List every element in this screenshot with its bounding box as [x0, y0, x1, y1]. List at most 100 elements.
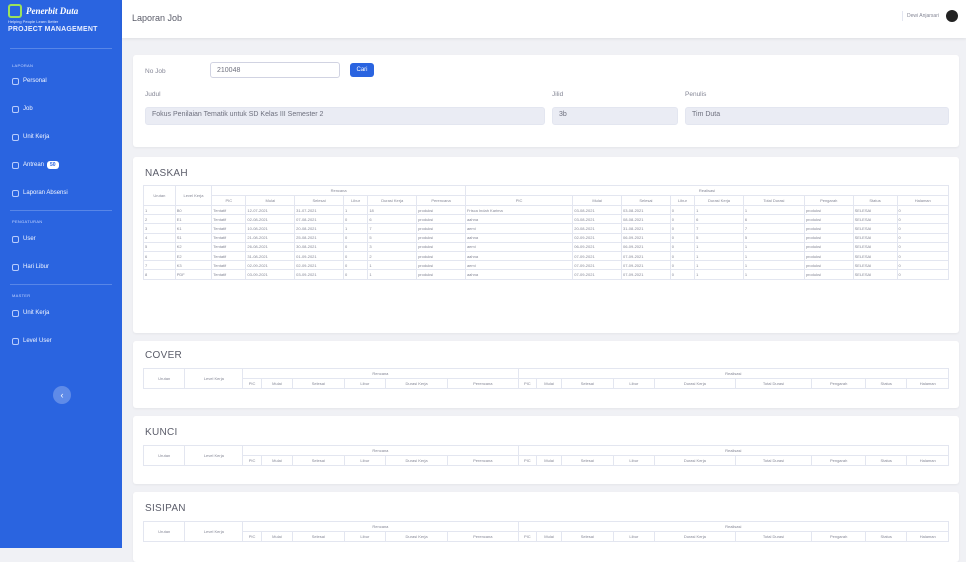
table-cell: 1	[742, 241, 805, 252]
column-header: PIC	[517, 531, 538, 542]
table-cell: SELESAI	[852, 214, 898, 225]
sisipan-title: SISIPAN	[145, 503, 186, 514]
column-header: Urutan	[143, 185, 176, 206]
table-cell: 0	[342, 269, 369, 280]
naskah-card: NASKAH Urutan Level Kerja Rencana Realisasi…	[133, 157, 959, 333]
table-cell: produksi	[803, 269, 854, 280]
sidebar-item-laporan-absensi[interactable]: Laporan Absensi	[0, 186, 122, 200]
table-cell: 0	[342, 250, 369, 262]
table-cell: 03-09-2021	[294, 269, 344, 280]
table-cell: aahna	[464, 269, 574, 280]
column-header: Perencana	[447, 455, 519, 466]
table-cell: produksi	[416, 260, 466, 271]
table-cell: aahna	[464, 250, 574, 262]
header-group-rencana: Rencana	[242, 445, 519, 456]
column-header: Level Kerja	[174, 185, 213, 206]
table-cell: 06-09-2021	[621, 232, 671, 243]
column-header: Selesai	[291, 531, 345, 542]
cover-card: COVER Urutan Level Kerja Rencana Realisasi P…	[133, 341, 959, 408]
column-header: Libur	[342, 195, 369, 206]
penulis-label: Penulis	[685, 91, 707, 98]
table-cell: 20-08-2021	[294, 223, 344, 234]
table-cell: produksi	[416, 241, 466, 252]
sidebar-toggle-button[interactable]: ‹	[53, 386, 71, 404]
kunci-table: Urutan Level Kerja Rencana Realisasi PIC Mula…	[142, 445, 950, 466]
logo-icon	[8, 4, 22, 18]
cari-button[interactable]: Cari	[350, 63, 374, 77]
table-cell: 20-08-2021	[572, 223, 622, 234]
table-cell: B0	[174, 204, 213, 216]
no-job-label: No Job	[145, 68, 166, 75]
column-header: Durasi Kerja	[367, 195, 418, 206]
table-cell: 25-08-2021	[294, 232, 344, 243]
table-row: 2 E1 Tentatif 02-08-2021 07-08-2021 0 6 produks…	[143, 214, 950, 225]
antrean-count-badge: 50	[47, 161, 59, 169]
column-header: Durasi Kerja	[654, 455, 736, 466]
column-header: Libur	[612, 455, 656, 466]
table-cell: Frisca Indah Karima	[464, 204, 574, 216]
table-cell: 1	[342, 223, 369, 234]
table-cell: aahna	[464, 214, 574, 225]
no-job-input[interactable]	[210, 62, 340, 78]
brand[interactable]: Penerbit Duta Helping People Learn Bette…	[0, 0, 122, 46]
column-header: Mulai	[260, 531, 293, 542]
sidebar-item-label: Level User	[23, 338, 52, 344]
table-cell: produksi	[803, 250, 854, 262]
column-header: PIC	[242, 455, 262, 466]
sidebar-item-level-user[interactable]: Level User	[0, 334, 122, 348]
header-group-row: Urutan Level Kerja Rencana Realisasi	[142, 521, 950, 542]
column-header: Level Kerja	[184, 521, 244, 542]
sidebar-item-unit-kerja[interactable]: Unit Kerja	[0, 130, 122, 144]
brand-name: Penerbit Duta	[26, 5, 79, 16]
table-cell: 6	[367, 214, 418, 225]
user-menu[interactable]: Dewi Anjarsari	[902, 10, 958, 22]
column-header: Mulai	[245, 195, 296, 206]
sidebar-item-user[interactable]: User	[0, 232, 122, 246]
sidebar-item-label: Antrean	[23, 162, 45, 168]
cover-table: Urutan Level Kerja Rencana Realisasi PIC Mula…	[142, 368, 950, 389]
table-cell: SELESAI	[852, 223, 898, 234]
table-cell: 03-08-2021	[621, 204, 671, 216]
table-cell: 7	[143, 260, 176, 271]
header-group-rencana: Rencana	[211, 185, 466, 196]
column-header: PIC	[211, 195, 247, 206]
table-cell: 0	[896, 223, 950, 234]
table-cell: 02-09-2021	[572, 232, 622, 243]
column-header: Urutan	[142, 521, 186, 542]
table-row: 4 S1 Tentatif 21-08-2021 25-08-2021 0 5 produks…	[143, 232, 950, 243]
table-cell: aahna	[464, 232, 574, 243]
column-header: PIC	[517, 455, 538, 466]
table-cell: 06-09-2021	[621, 241, 671, 252]
sidebar-item-hari-libur[interactable]: Hari Libur	[0, 260, 122, 274]
sidebar-item-job[interactable]: Job	[0, 102, 122, 116]
sidebar-item-master-unit-kerja[interactable]: Unit Kerja	[0, 306, 122, 320]
column-header: PIC	[464, 195, 574, 206]
sisipan-table: Urutan Level Kerja Rencana Realisasi PIC Mula…	[142, 521, 950, 542]
kunci-title: KUNCI	[145, 427, 178, 438]
table-cell: K3	[174, 260, 213, 271]
sidebar-item-label: User	[23, 236, 36, 242]
page-title: Laporan Job	[132, 13, 183, 23]
column-header: Pengarah	[811, 455, 867, 466]
sitemap-icon	[12, 309, 19, 317]
column-header: Mulai	[536, 378, 562, 389]
sidebar: Penerbit Duta Helping People Learn Bette…	[0, 0, 122, 548]
naskah-table: Urutan Level Kerja Rencana Realisasi PIC Mula…	[143, 185, 950, 280]
user-cog-icon	[12, 337, 19, 345]
table-cell: 1	[742, 269, 805, 280]
table-cell: K1	[174, 223, 213, 234]
sidebar-item-antrean[interactable]: Antrean 50	[0, 158, 122, 172]
column-header: Durasi Kerja	[654, 378, 736, 389]
sidebar-item-personal[interactable]: Personal	[0, 74, 122, 88]
column-header: Selesai	[291, 378, 345, 389]
table-cell: 0	[669, 204, 696, 216]
table-row: 3 K1 Tentatif 10-08-2021 20-08-2021 1 7 produks…	[143, 223, 950, 234]
table-cell: Tentatif	[211, 241, 247, 252]
table-cell: 1	[367, 269, 418, 280]
column-header: PIC	[517, 378, 538, 389]
column-header: Durasi Kerja	[385, 455, 449, 466]
header-group-realisasi: Realisasi	[517, 368, 950, 379]
column-header: Perencana	[416, 195, 466, 206]
table-cell: Tentatif	[211, 269, 247, 280]
table-cell: 21-08-2021	[245, 232, 296, 243]
